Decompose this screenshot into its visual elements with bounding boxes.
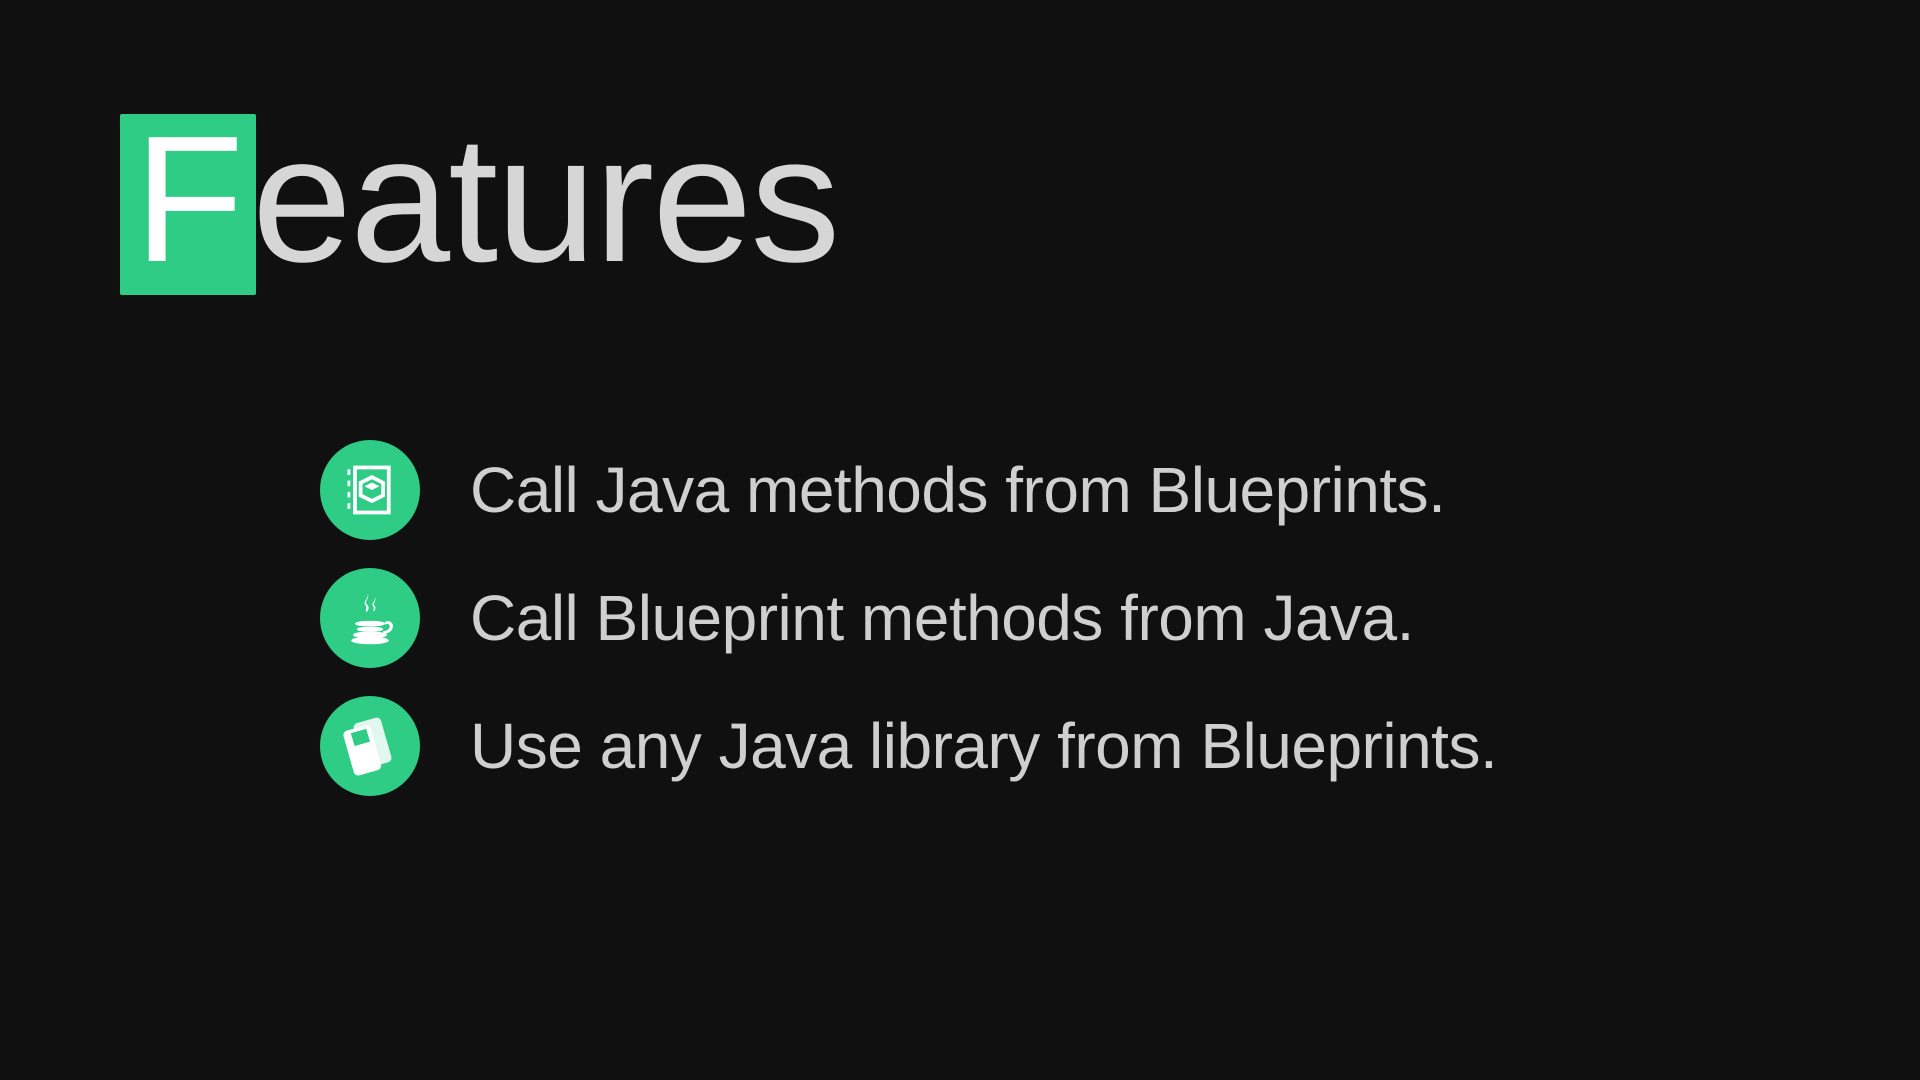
title-dropcap: F (120, 114, 256, 295)
slide: Features Call Java methods from Blueprin… (0, 0, 1920, 1080)
library-books-icon (320, 696, 420, 796)
feature-item: Call Java methods from Blueprints. (320, 440, 1497, 540)
slide-title: Features (120, 110, 838, 295)
feature-text: Call Java methods from Blueprints. (470, 453, 1445, 527)
feature-item: Call Blueprint methods from Java. (320, 568, 1497, 668)
feature-text: Call Blueprint methods from Java. (470, 581, 1414, 655)
feature-list: Call Java methods from Blueprints. Call … (320, 440, 1497, 824)
java-icon (320, 568, 420, 668)
feature-text: Use any Java library from Blueprints. (470, 709, 1497, 783)
feature-item: Use any Java library from Blueprints. (320, 696, 1497, 796)
blueprint-cube-icon (320, 440, 420, 540)
title-rest: eatures (252, 99, 838, 300)
